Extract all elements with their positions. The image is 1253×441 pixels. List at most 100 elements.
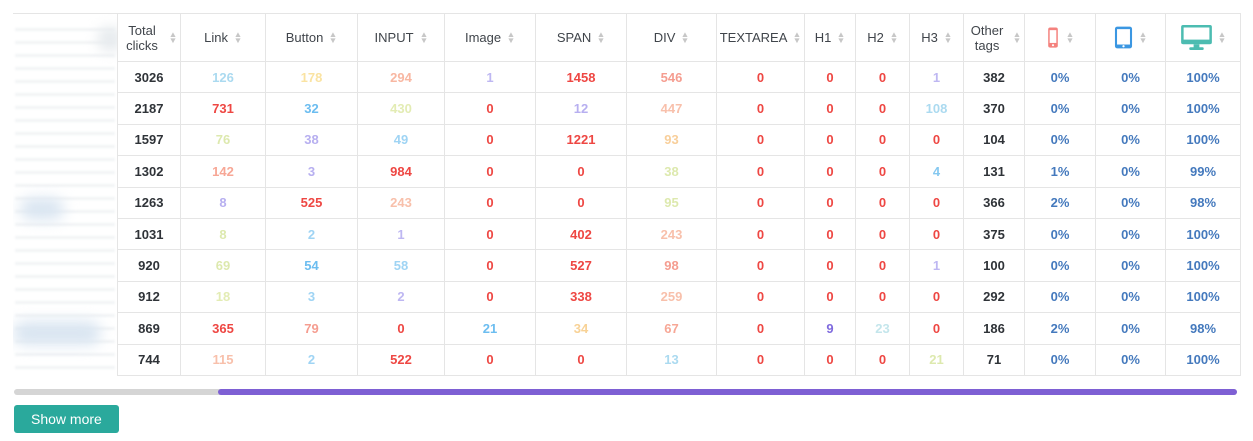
sort-icon[interactable]: ▲ ▼	[234, 30, 243, 44]
column-header-other[interactable]: Other tags ▲ ▼	[963, 13, 1025, 62]
sort-icon[interactable]: ▲ ▼	[507, 30, 516, 44]
cell-span: 0	[535, 155, 627, 188]
table-row: 3026 126 178 294 1 1458 546 0 0 0 1 382 0% 0% 100%	[117, 60, 1241, 94]
column-label: Image	[464, 30, 502, 45]
cell-mobile: 0%	[1024, 60, 1096, 94]
cell-mobile: 0%	[1024, 249, 1096, 282]
column-header-div[interactable]: DIV ▲ ▼	[626, 13, 717, 62]
column-header-desktop[interactable]: ▲ ▼	[1165, 13, 1241, 62]
horizontal-scrollbar-track[interactable]	[14, 389, 1237, 395]
cell-image: 0	[444, 186, 536, 219]
column-header-total[interactable]: Total clicks ▲ ▼	[117, 13, 181, 62]
cell-span: 402	[535, 217, 627, 251]
column-header-input[interactable]: INPUT ▲ ▼	[357, 13, 445, 62]
cell-span: 1221	[535, 123, 627, 157]
column-header-mobile[interactable]: ▲ ▼	[1024, 13, 1096, 62]
cell-total: 1597	[117, 123, 181, 157]
horizontal-scrollbar-thumb[interactable]	[218, 389, 1237, 395]
cell-button: 178	[265, 60, 358, 94]
cell-h3: 21	[909, 343, 964, 376]
column-label: TEXTAREA	[719, 30, 788, 45]
cell-mobile: 0%	[1024, 123, 1096, 157]
sort-icon[interactable]: ▲ ▼	[329, 30, 338, 44]
column-label: H1	[814, 30, 832, 45]
cell-desktop: 98%	[1165, 186, 1241, 219]
cell-other: 100	[963, 249, 1025, 282]
cell-total: 2187	[117, 92, 181, 125]
table-row: 1302 142 3 984 0 0 38 0 0 0 4 131 1% 0% 99%	[117, 155, 1241, 188]
column-header-image[interactable]: Image ▲ ▼	[444, 13, 536, 62]
cell-h3: 0	[909, 123, 964, 157]
column-label: DIV	[653, 30, 676, 45]
cell-total: 912	[117, 280, 181, 314]
column-header-h3[interactable]: H3 ▲ ▼	[909, 13, 964, 62]
cell-h3: 1	[909, 60, 964, 94]
cell-span: 1458	[535, 60, 627, 94]
cell-h1: 0	[804, 249, 856, 282]
cell-mobile: 0%	[1024, 92, 1096, 125]
column-header-h1[interactable]: H1 ▲ ▼	[804, 13, 856, 62]
tablet-icon	[1114, 26, 1133, 49]
cell-textarea: 0	[716, 123, 805, 157]
cell-desktop: 98%	[1165, 312, 1241, 345]
sort-icon[interactable]: ▲ ▼	[419, 30, 428, 44]
sort-icon[interactable]: ▲ ▼	[889, 30, 898, 44]
cell-link: 18	[180, 280, 266, 314]
column-header-tablet[interactable]: ▲ ▼	[1095, 13, 1166, 62]
cell-image: 0	[444, 217, 536, 251]
blurred-label-column	[13, 13, 117, 385]
cell-button: 525	[265, 186, 358, 219]
sort-icon[interactable]: ▲ ▼	[1013, 30, 1022, 44]
table-row: 1031 8 2 1 0 402 243 0 0 0 0 375 0% 0% 100%	[117, 217, 1241, 251]
cell-button: 32	[265, 92, 358, 125]
sort-icon[interactable]: ▲ ▼	[837, 30, 846, 44]
cell-mobile: 2%	[1024, 186, 1096, 219]
cell-div: 447	[626, 92, 717, 125]
cell-input: 294	[357, 60, 445, 94]
cell-h1: 0	[804, 186, 856, 219]
cell-h1: 0	[804, 343, 856, 376]
table-row: 1263 8 525 243 0 0 95 0 0 0 0 366 2% 0% 98%	[117, 186, 1241, 219]
column-header-span[interactable]: SPAN ▲ ▼	[535, 13, 627, 62]
cell-tablet: 0%	[1095, 186, 1166, 219]
sort-icon[interactable]: ▲ ▼	[793, 30, 802, 44]
cell-link: 731	[180, 92, 266, 125]
cell-div: 243	[626, 217, 717, 251]
cell-desktop: 100%	[1165, 92, 1241, 125]
cell-h3: 0	[909, 280, 964, 314]
cell-h3: 1	[909, 249, 964, 282]
cell-other: 382	[963, 60, 1025, 94]
cell-image: 0	[444, 155, 536, 188]
column-header-button[interactable]: Button ▲ ▼	[265, 13, 358, 62]
sort-icon[interactable]: ▲ ▼	[597, 30, 606, 44]
cell-other: 71	[963, 343, 1025, 376]
cell-div: 38	[626, 155, 717, 188]
cell-button: 79	[265, 312, 358, 345]
clicks-by-element-panel: Total clicks ▲ ▼ Link ▲ ▼ Button ▲ ▼ INPUT ▲ ▼ Image…	[0, 0, 1253, 441]
sort-icon[interactable]: ▲ ▼	[1139, 30, 1148, 44]
sort-icon[interactable]: ▲ ▼	[1066, 30, 1075, 44]
cell-input: 0	[357, 312, 445, 345]
sort-icon[interactable]: ▲ ▼	[1217, 30, 1226, 44]
cell-span: 0	[535, 186, 627, 219]
cell-total: 744	[117, 343, 181, 376]
column-header-h2[interactable]: H2 ▲ ▼	[855, 13, 910, 62]
cell-div: 98	[626, 249, 717, 282]
show-more-button[interactable]: Show more	[14, 405, 119, 433]
cell-div: 546	[626, 60, 717, 94]
cell-other: 292	[963, 280, 1025, 314]
sort-icon[interactable]: ▲ ▼	[943, 30, 952, 44]
cell-h1: 0	[804, 123, 856, 157]
cell-total: 1031	[117, 217, 181, 251]
cell-textarea: 0	[716, 249, 805, 282]
cell-other: 366	[963, 186, 1025, 219]
cell-textarea: 0	[716, 186, 805, 219]
sort-icon[interactable]: ▲ ▼	[169, 30, 178, 44]
column-label: SPAN	[556, 30, 592, 45]
cell-link: 115	[180, 343, 266, 376]
column-header-link[interactable]: Link ▲ ▼	[180, 13, 266, 62]
column-header-textarea[interactable]: TEXTAREA ▲ ▼	[716, 13, 805, 62]
cell-h1: 9	[804, 312, 856, 345]
cell-input: 984	[357, 155, 445, 188]
sort-icon[interactable]: ▲ ▼	[681, 30, 690, 44]
